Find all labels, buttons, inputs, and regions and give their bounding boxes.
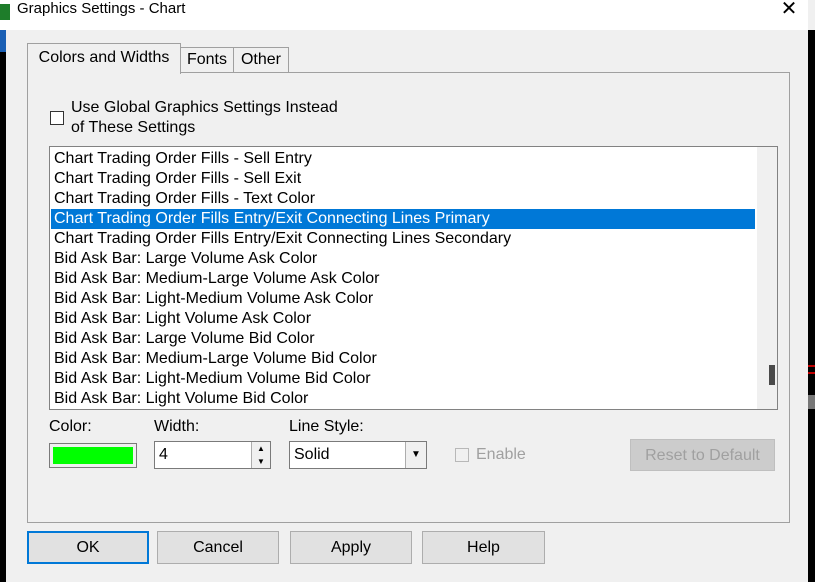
list-item[interactable]: Bid Ask Bar: Light-Medium Volume Ask Col…	[51, 289, 755, 309]
tab-label: Fonts	[186, 51, 227, 68]
cancel-button[interactable]: Cancel	[157, 531, 279, 564]
list-item[interactable]: Bid Ask Bar: Medium-Large Volume Ask Col…	[51, 269, 755, 289]
enable-checkbox[interactable]	[455, 448, 469, 462]
list-item[interactable]: Bid Ask Bar: Medium-Large Volume Bid Col…	[51, 349, 755, 369]
width-label: Width:	[154, 418, 200, 435]
background-app-left-accent	[0, 30, 6, 52]
list-scrollbar[interactable]	[757, 147, 777, 409]
background-app-mark	[808, 395, 815, 409]
tab-other[interactable]: Other	[233, 47, 289, 73]
color-label: Color:	[49, 418, 92, 435]
help-button[interactable]: Help	[422, 531, 545, 564]
background-app-right-edge	[808, 30, 815, 582]
tab-colors-and-widths[interactable]: Colors and Widths	[27, 43, 181, 74]
reset-to-default-label: Reset to Default	[645, 447, 760, 464]
list-item[interactable]: Bid Ask Bar: Light-Medium Volume Bid Col…	[51, 369, 755, 389]
global-settings-label-line2: of These Settings	[71, 119, 196, 136]
global-settings-checkbox[interactable]	[50, 111, 64, 125]
title-bar[interactable]: Graphics Settings - Chart ✕	[0, 0, 808, 30]
close-icon[interactable]: ✕	[778, 0, 800, 19]
width-stepper[interactable]: 4 ▲ ▼	[154, 441, 271, 469]
cancel-label: Cancel	[193, 539, 243, 556]
help-label: Help	[467, 539, 500, 556]
width-value[interactable]: 4	[159, 446, 168, 464]
list-item[interactable]: Bid Ask Bar: Light Volume Bid Color	[51, 389, 755, 409]
ok-label: OK	[76, 539, 100, 556]
graphics-element-list[interactable]: Chart Trading Order Fills - Sell Entry C…	[49, 146, 778, 410]
global-settings-label-line1: Use Global Graphics Settings Instead	[71, 99, 338, 116]
tab-label: Other	[240, 51, 281, 68]
reset-to-default-button[interactable]: Reset to Default	[630, 439, 775, 471]
background-app-line	[808, 372, 815, 374]
app-icon	[0, 4, 10, 20]
tab-fonts[interactable]: Fonts	[180, 47, 234, 73]
list-item[interactable]: Chart Trading Order Fills - Text Color	[51, 189, 755, 209]
spin-down-icon[interactable]: ▼	[251, 455, 270, 468]
scrollbar-thumb[interactable]	[769, 365, 775, 385]
list-item-selected[interactable]: Chart Trading Order Fills Entry/Exit Con…	[51, 209, 755, 229]
chevron-down-icon[interactable]: ▼	[405, 442, 426, 468]
line-style-select[interactable]: Solid ▼	[289, 441, 427, 469]
list-item[interactable]: Chart Trading Order Fills - Sell Exit	[51, 169, 755, 189]
apply-label: Apply	[330, 539, 372, 556]
graphics-settings-dialog: Graphics Settings - Chart ✕ Colors and W…	[0, 0, 815, 582]
spin-up-icon[interactable]: ▲	[251, 442, 270, 456]
enable-label: Enable	[476, 446, 526, 463]
line-style-value: Solid	[294, 446, 330, 463]
color-swatch	[53, 447, 133, 464]
apply-button[interactable]: Apply	[290, 531, 412, 564]
list-item[interactable]: Bid Ask Bar: Large Volume Bid Color	[51, 329, 755, 349]
list-item[interactable]: Bid Ask Bar: Large Volume Ask Color	[51, 249, 755, 269]
list-item[interactable]: Chart Trading Order Fills Entry/Exit Con…	[51, 229, 755, 249]
list-item[interactable]: Chart Trading Order Fills - Sell Entry	[51, 149, 755, 169]
list-item[interactable]: Bid Ask Bar: Light Volume Ask Color	[51, 309, 755, 329]
background-app-left-edge	[0, 30, 6, 582]
tab-label: Colors and Widths	[38, 49, 170, 66]
line-style-label: Line Style:	[289, 418, 364, 435]
background-app-line	[808, 365, 815, 367]
window-title: Graphics Settings - Chart	[17, 0, 186, 17]
ok-button[interactable]: OK	[27, 531, 149, 564]
color-picker-button[interactable]	[49, 443, 137, 468]
